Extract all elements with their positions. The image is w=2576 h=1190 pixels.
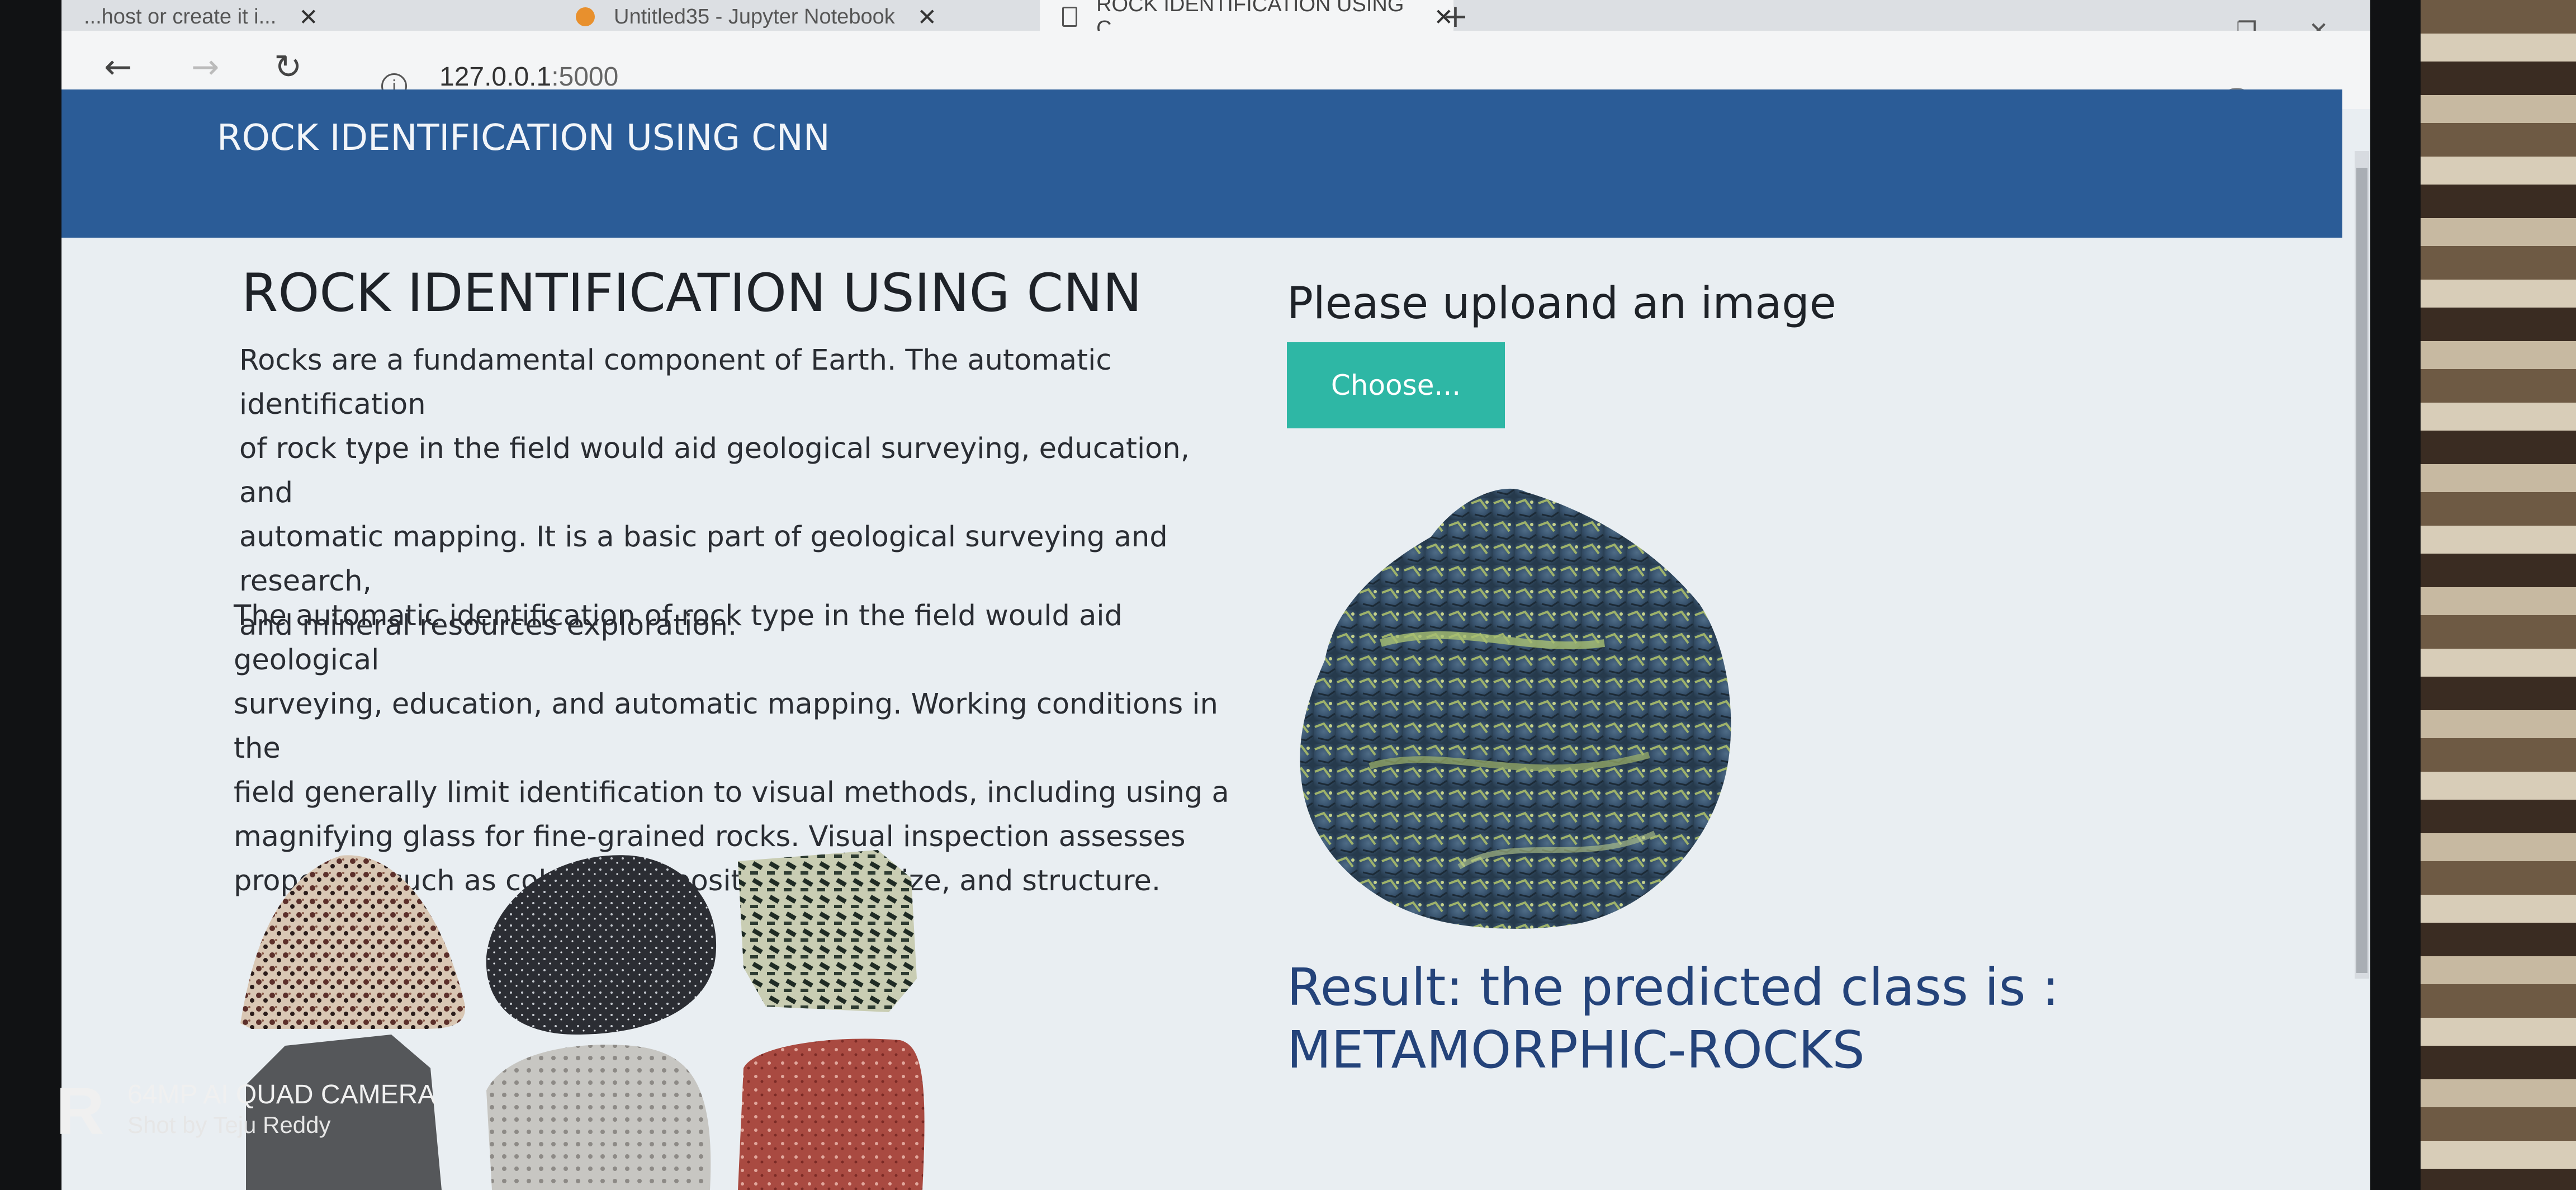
result-class: METAMORPHIC-ROCKS xyxy=(1287,1020,1865,1080)
page-title: ROCK IDENTIFICATION USING CNN xyxy=(242,263,1142,324)
detail-line: field generally limit identification to … xyxy=(234,776,1229,809)
tab-rock-identification[interactable]: ROCK IDENTIFICATION USING C ✕ xyxy=(1040,0,1453,40)
address-host: 127.0.0.1 xyxy=(439,62,552,92)
watermark-camera-text: 64MP AI QUAD CAMERA xyxy=(127,1080,436,1109)
close-icon[interactable]: ✕ xyxy=(917,3,937,31)
page-scrollbar[interactable] xyxy=(2355,151,2369,979)
tab-jupyter[interactable]: Untitled35 - Jupyter Notebook ✕ xyxy=(553,0,1057,34)
jupyter-icon xyxy=(576,7,595,26)
intro-line: of rock type in the field would aid geol… xyxy=(239,432,1190,509)
scrollbar-thumb[interactable] xyxy=(2356,168,2367,973)
forward-icon[interactable]: → xyxy=(191,48,219,87)
detail-line: surveying, education, and automatic mapp… xyxy=(234,688,1218,765)
rock-sample-granite xyxy=(240,855,465,1029)
uploaded-rock-image xyxy=(1300,488,1731,929)
address-bar[interactable]: 127.0.0.1:5000 xyxy=(439,62,618,92)
metamorphic-rock-shape xyxy=(1300,488,1731,929)
rock-sample-basalt xyxy=(486,855,717,1035)
rock-sample-porphyry xyxy=(738,850,917,1012)
detail-line: The automatic identification of rock typ… xyxy=(234,599,1123,677)
tab-jupyter-label: Untitled35 - Jupyter Notebook xyxy=(614,4,895,29)
new-tab-icon[interactable]: + xyxy=(1442,0,1469,34)
choose-file-button[interactable]: Choose... xyxy=(1287,342,1505,428)
rock-samples-gallery xyxy=(240,850,925,1190)
address-port: :5000 xyxy=(551,62,619,92)
intro-line: automatic mapping. It is a basic part of… xyxy=(239,521,1168,598)
prediction-result: Result: the predicted class is : METAMOR… xyxy=(1287,956,2059,1082)
browser-window: ...host or create it i... ✕ Untitled35 -… xyxy=(61,0,2370,1190)
site-header: ROCK IDENTIFICATION USING CNN xyxy=(61,89,2342,238)
result-label: Result: the predicted class is : xyxy=(1287,957,2059,1017)
rock-sample-jasper xyxy=(738,1038,925,1190)
watermark-credit-text: Shot by Teju Reddy xyxy=(127,1112,331,1138)
page-icon xyxy=(1062,7,1078,27)
refresh-icon[interactable]: ↻ xyxy=(274,48,302,87)
tab-first-label: ...host or create it i... xyxy=(84,4,277,29)
tab-first[interactable]: ...host or create it i... ✕ xyxy=(61,0,570,34)
tab-bar: ...host or create it i... ✕ Untitled35 -… xyxy=(61,0,2370,44)
rock-sample-pumice xyxy=(486,1045,711,1190)
upload-title: Please uploand an image xyxy=(1287,278,1836,329)
site-brand[interactable]: ROCK IDENTIFICATION USING CNN xyxy=(217,117,830,159)
intro-line: Rocks are a fundamental component of Ear… xyxy=(239,344,1112,421)
camera-brand-logo: R xyxy=(56,1074,105,1149)
close-icon[interactable]: ✕ xyxy=(299,3,318,31)
back-icon[interactable]: ← xyxy=(104,48,132,87)
